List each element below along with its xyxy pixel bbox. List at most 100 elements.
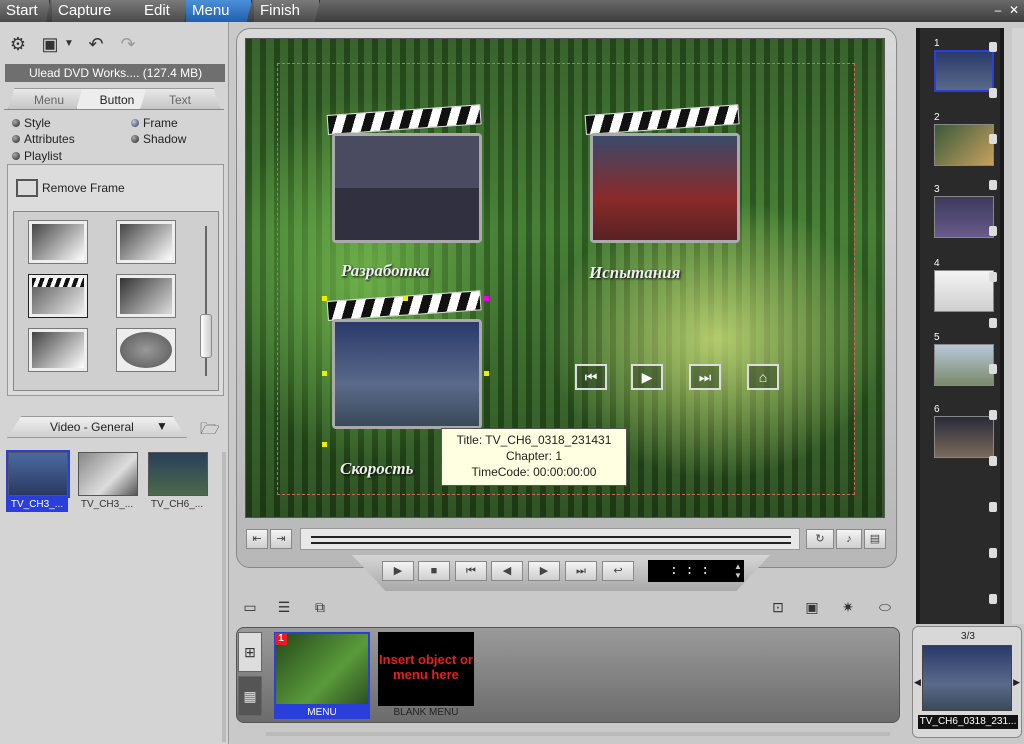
film-sprocket <box>989 548 997 558</box>
scroll-thumb[interactable] <box>200 314 212 358</box>
repeat-button[interactable]: ↩ <box>602 561 634 581</box>
library-clip-label: TV_CH3_... <box>6 498 68 512</box>
selection-handle[interactable] <box>484 371 489 376</box>
dropdown-arrow-icon[interactable]: ▼ <box>62 32 76 56</box>
timecode-display[interactable]: : : : <box>648 560 744 582</box>
shadow-option[interactable]: Shadow <box>131 132 186 146</box>
chapter-thumbnail[interactable] <box>934 270 994 312</box>
redo-icon[interactable]: ↷ <box>116 32 140 56</box>
attributes-option[interactable]: Attributes <box>12 132 75 146</box>
tab-finish[interactable]: Finish <box>254 0 320 22</box>
menu-tray-tab[interactable]: ⊞ <box>238 632 262 672</box>
chapter-film-strip: 1 2 3 4 5 6 <box>916 28 1004 624</box>
selection-handle[interactable] <box>322 442 327 447</box>
remove-frame-icon <box>16 179 38 197</box>
menu-button-title[interactable]: Разработка <box>341 261 430 281</box>
image-adjust-icon[interactable]: ⊡ <box>768 598 788 616</box>
frame-option[interactable]: Frame <box>131 116 178 130</box>
chapter-number: 6 <box>934 404 940 415</box>
undo-icon[interactable]: ↶ <box>84 32 108 56</box>
selected-clip-thumbnail[interactable] <box>922 645 1012 711</box>
audio-icon[interactable]: ♪ <box>836 529 862 549</box>
frame-scrollbar[interactable] <box>200 218 212 384</box>
library-clip-thumb[interactable] <box>6 450 70 498</box>
selection-handle[interactable] <box>322 296 327 301</box>
timecode-value: : : : <box>670 563 710 578</box>
frame-image-icon[interactable]: ▣ <box>802 598 822 616</box>
selection-handle[interactable] <box>322 371 327 376</box>
selected-clip-label: TV_CH6_0318_231... <box>918 715 1018 729</box>
preview-progress-bar[interactable] <box>300 528 800 550</box>
film-sprocket <box>989 180 997 190</box>
menu-button-title[interactable]: Скорость <box>340 459 413 479</box>
playlist-option[interactable]: Playlist <box>12 149 62 163</box>
frame-style-item[interactable] <box>28 220 88 264</box>
chapter-thumbnail[interactable] <box>934 124 994 166</box>
mark-in-button[interactable]: ⇤ <box>246 529 268 549</box>
tab-edit[interactable]: Edit <box>138 0 188 22</box>
film-strip-scrollbar[interactable] <box>1012 28 1024 624</box>
close-button[interactable]: ✕ <box>1008 4 1020 16</box>
main-tab-bar: Start Capture Edit Menu Finish – ✕ <box>0 0 1024 22</box>
menu-thumbnail-label: MENU <box>274 706 370 719</box>
selection-handle[interactable] <box>484 296 489 301</box>
library-category-dropdown[interactable]: Video - General ▼ <box>7 416 187 438</box>
loop-icon[interactable]: ↻ <box>806 529 834 549</box>
menu-thumbnail[interactable] <box>274 632 370 706</box>
tv-safe-icon[interactable]: ▭ <box>240 598 260 616</box>
tab-text-sub[interactable]: Text <box>140 88 220 110</box>
library-scrollbar[interactable] <box>222 452 226 742</box>
style-option[interactable]: Style <box>12 116 51 130</box>
frame-style-item[interactable] <box>116 220 176 264</box>
chapter-thumbnail[interactable] <box>934 344 994 386</box>
tab-capture[interactable]: Capture <box>52 0 148 22</box>
step-back-button[interactable]: ◀ <box>491 561 523 581</box>
tab-menu[interactable]: Menu <box>186 0 252 22</box>
next-clip-arrow-icon[interactable]: ▶ <box>1013 677 1020 688</box>
prev-clip-arrow-icon[interactable]: ◀ <box>914 677 921 688</box>
stop-button[interactable]: ■ <box>418 561 450 581</box>
home-button[interactable]: ⌂ <box>747 364 779 390</box>
effects-star-icon[interactable]: ✷ <box>838 598 858 616</box>
tray-scrollbar[interactable] <box>266 732 890 736</box>
menu-button-title[interactable]: Испытания <box>589 263 680 283</box>
frame-style-item[interactable] <box>116 274 176 318</box>
frame-style-item[interactable] <box>28 274 88 318</box>
remove-frame-button[interactable]: Remove Frame <box>16 179 125 197</box>
folder-icon[interactable]: 🗁 <box>200 418 220 445</box>
frame-style-item[interactable] <box>116 328 176 372</box>
library-clip-thumb[interactable] <box>78 452 138 496</box>
go-to-start-button[interactable]: ⏮ <box>455 561 487 581</box>
project-name: Ulead DVD Works.... (127.4 MB) <box>5 64 225 82</box>
library-clip-label: TV_CH6_... <box>150 499 204 510</box>
play-preview-button[interactable]: ▶ <box>382 561 414 581</box>
blank-menu-label: BLANK MENU <box>393 707 459 718</box>
disc-output-icon[interactable]: ⬭ <box>872 598 898 616</box>
menu-badge: 1 <box>275 633 287 645</box>
minimize-button[interactable]: – <box>992 4 1004 16</box>
next-chapter-button[interactable]: ⏭ <box>689 364 721 390</box>
film-sprocket <box>989 318 997 328</box>
display-icon[interactable]: ▤ <box>864 529 886 549</box>
prev-chapter-button[interactable]: ⏮ <box>575 364 607 390</box>
mark-out-button[interactable]: ⇥ <box>270 529 292 549</box>
selection-handle[interactable] <box>403 296 408 301</box>
menu-layout-icon[interactable]: ⧉ <box>310 598 330 616</box>
library-clip-thumb[interactable] <box>148 452 208 496</box>
play-button[interactable]: ▶ <box>631 364 663 390</box>
tooltip-timecode: TimeCode: 00:00:00:00 <box>471 465 597 479</box>
go-to-end-button[interactable]: ⏭ <box>565 561 597 581</box>
tab-start[interactable]: Start <box>0 0 50 22</box>
clip-tray-tab[interactable]: ▦ <box>238 676 262 716</box>
blank-menu-slot[interactable]: Insert object or menu here <box>378 632 474 706</box>
step-forward-button[interactable]: ▶ <box>528 561 560 581</box>
project-properties-icon[interactable]: ⚙ <box>6 32 30 56</box>
chapter-thumbnail[interactable] <box>934 196 994 238</box>
chapter-thumbnail[interactable] <box>934 416 994 458</box>
timecode-stepper-icon[interactable]: ▲ ▼ <box>734 562 742 580</box>
chapter-list-icon[interactable]: ☰ <box>274 598 294 616</box>
save-icon[interactable]: ▣ <box>38 32 62 56</box>
chapter-thumbnail[interactable] <box>934 50 994 92</box>
frame-style-item[interactable] <box>28 328 88 372</box>
film-sprocket <box>989 134 997 144</box>
